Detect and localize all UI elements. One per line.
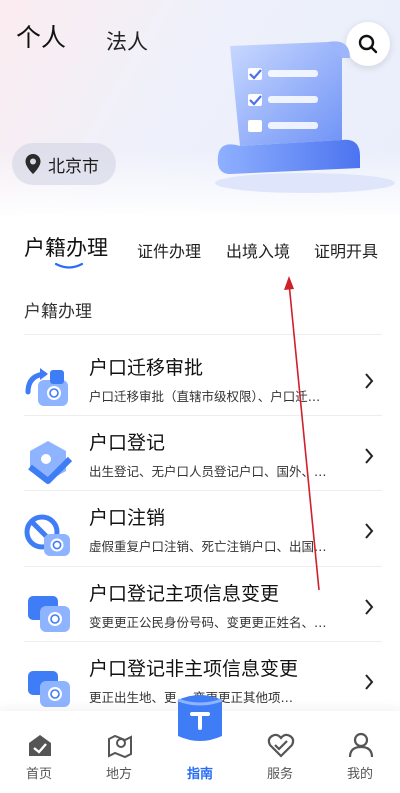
checklist-illustration [215, 41, 395, 193]
nav-label: 指南 [186, 767, 213, 782]
nav-local[interactable]: 地方 [84, 711, 154, 793]
document-change-icon [28, 671, 70, 707]
item-title: 户口迁移审批 [89, 357, 204, 379]
tab-label: 证明开具 [314, 242, 379, 261]
location-pin-icon [25, 154, 41, 174]
divider [24, 334, 382, 335]
divider [24, 641, 382, 642]
tab-legal[interactable]: 法人 [106, 26, 148, 56]
nav-mine[interactable]: 我的 [325, 711, 395, 793]
chevron-right-icon [365, 448, 374, 464]
tab-label: 出境入境 [226, 242, 291, 261]
list-item-main-info-change[interactable]: 户口登记主项信息变更 变更更正公民身份号码、变更更正姓名、… [0, 576, 400, 651]
item-subtitle: 出生登记、无户口人员登记户口、国外、… [89, 464, 327, 479]
chevron-right-icon [365, 373, 374, 389]
tab-certificate[interactable]: 证件办理 [137, 238, 201, 262]
list-item-household-transfer[interactable]: 户口迁移审批 户口迁移审批（直辖市级权限）、户口迁… [0, 350, 400, 425]
tab-certification[interactable]: 证明开具 [314, 238, 378, 262]
nav-label: 我的 [346, 767, 373, 782]
nav-home[interactable]: 首页 [4, 711, 74, 793]
tab-personal[interactable]: 个人 [14, 18, 69, 54]
tab-personal-label: 个人 [16, 23, 67, 52]
item-title: 户口登记 [89, 432, 166, 454]
item-subtitle: 虚假重复户口注销、死亡注销户口、出国… [89, 539, 327, 554]
tab-label: 户籍办理 [24, 236, 108, 260]
nav-service[interactable]: 服务 [245, 711, 315, 793]
registration-icon [28, 441, 73, 484]
divider [24, 566, 382, 567]
service-icon [267, 733, 295, 758]
active-tab-indicator [54, 262, 84, 269]
tab-entry-exit[interactable]: 出境入境 [226, 238, 290, 262]
home-icon [29, 735, 51, 756]
cancellation-icon [24, 514, 70, 556]
nav-label: 地方 [105, 767, 132, 782]
map-icon [108, 734, 132, 759]
item-title: 户口登记非主项信息变更 [89, 658, 299, 680]
list-item-household-cancellation[interactable]: 户口注销 虚假重复户口注销、死亡注销户口、出国… [0, 500, 400, 575]
nav-label: 服务 [266, 767, 293, 782]
item-title: 户口登记主项信息变更 [89, 583, 280, 605]
item-title: 户口注销 [89, 507, 166, 529]
location-label: 北京市 [48, 156, 99, 177]
document-change-icon [28, 596, 70, 632]
item-subtitle: 变更更正公民身份号码、变更更正姓名、… [89, 615, 327, 630]
section-title: 户籍办理 [24, 302, 92, 322]
list-item-household-registration[interactable]: 户口登记 出生登记、无户口人员登记户口、国外、… [0, 425, 400, 500]
category-tabs: 户籍办理 证件办理 出境入境 证明开具 [0, 232, 400, 272]
transfer-icon [25, 368, 68, 406]
divider [24, 415, 382, 416]
tab-legal-label: 法人 [106, 30, 148, 54]
item-subtitle: 户口迁移审批（直辖市级权限）、户口迁… [89, 389, 321, 404]
location-selector[interactable]: 北京市 [12, 143, 116, 185]
tab-household-registration[interactable]: 户籍办理 [24, 232, 108, 269]
user-icon [348, 732, 374, 758]
divider [24, 490, 382, 491]
chevron-right-icon [365, 674, 374, 690]
guide-icon [177, 695, 223, 741]
tab-label: 证件办理 [137, 242, 202, 261]
chevron-right-icon [365, 599, 374, 615]
chevron-right-icon [365, 523, 374, 539]
nav-label: 首页 [25, 767, 52, 782]
